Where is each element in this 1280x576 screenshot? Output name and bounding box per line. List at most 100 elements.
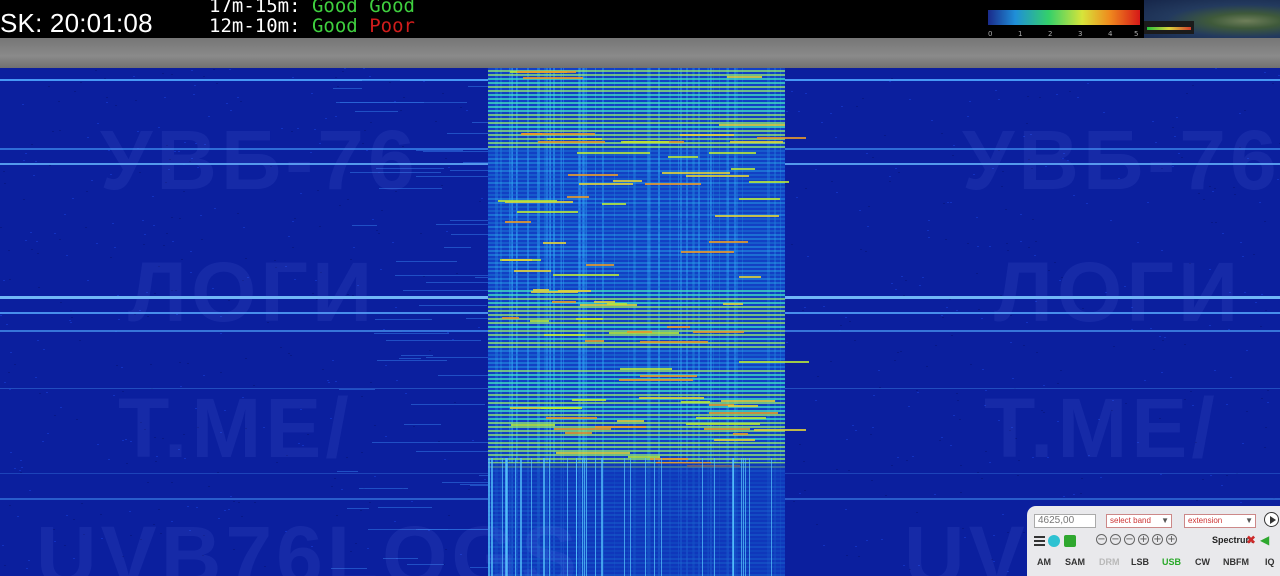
noise-speckle xyxy=(951,335,953,336)
mode-toggle-icon[interactable] xyxy=(1048,535,1060,547)
noise-speckle xyxy=(941,437,943,438)
mute-icon[interactable]: ✖ xyxy=(1246,533,1256,547)
noise-speckle xyxy=(848,470,850,471)
noise-speckle xyxy=(20,460,22,461)
mode-button-lsb[interactable]: LSB xyxy=(1131,557,1149,567)
divider-strip xyxy=(0,38,1280,68)
signal-row xyxy=(488,358,785,360)
noise-speckle xyxy=(1244,110,1246,111)
signal-row xyxy=(488,334,785,336)
noise-speckle xyxy=(19,470,21,471)
noise-speckle xyxy=(374,476,376,477)
signal-row xyxy=(488,338,785,340)
zoom-out-step-button[interactable]: − xyxy=(1124,534,1135,545)
receiver-control-panel: 4625,00 select band ▼ extension ▼ − − − + … xyxy=(1027,506,1280,576)
noise-speckle xyxy=(164,97,166,98)
noise-speckle xyxy=(59,239,61,240)
noise-streak xyxy=(375,319,432,320)
noise-speckle xyxy=(816,524,818,525)
noise-speckle xyxy=(445,158,447,159)
noise-speckle xyxy=(998,99,1000,100)
noise-speckle xyxy=(817,376,819,377)
noise-speckle xyxy=(194,85,196,86)
noise-speckle xyxy=(442,93,444,94)
mode-button-cw[interactable]: CW xyxy=(1195,557,1210,567)
menu-icon[interactable] xyxy=(1034,536,1045,547)
noise-speckle xyxy=(799,493,801,494)
noise-speckle xyxy=(1100,477,1102,478)
colorbar-tick: 1 xyxy=(1018,30,1023,38)
noise-speckle xyxy=(860,249,862,250)
band-select[interactable]: select band ▼ xyxy=(1106,514,1172,528)
noise-speckle xyxy=(859,210,861,211)
signal-row xyxy=(488,342,785,344)
noise-speckle xyxy=(49,165,51,166)
noise-speckle xyxy=(976,217,978,218)
play-icon[interactable] xyxy=(1264,512,1279,527)
signal-row xyxy=(488,430,785,432)
extension-select[interactable]: extension ▼ xyxy=(1184,514,1256,528)
noise-speckle xyxy=(1113,346,1115,347)
colorbar-tick: 5 xyxy=(1134,30,1139,38)
mode-button-am[interactable]: AM xyxy=(1037,557,1051,567)
volume-icon[interactable]: ◀ xyxy=(1260,533,1269,547)
noise-speckle xyxy=(294,218,296,219)
waterfall-display[interactable]: УВБ-76 ЛОГИ T.ME/ UVB76LOGS УВБ-76 ЛОГИ … xyxy=(0,68,1280,576)
signal-row xyxy=(488,102,785,104)
signal-hotspot xyxy=(721,400,775,402)
record-icon[interactable] xyxy=(1064,535,1076,547)
noise-speckle xyxy=(1264,221,1266,222)
noise-speckle xyxy=(20,472,22,473)
noise-speckle xyxy=(70,322,72,323)
noise-speckle xyxy=(922,277,924,278)
signal-hotspot xyxy=(538,141,605,143)
noise-speckle xyxy=(1020,214,1022,215)
mode-button-nbfm[interactable]: NBFM xyxy=(1223,557,1249,567)
signal-hotspot xyxy=(627,331,652,333)
colorbar-tick: 0 xyxy=(988,30,993,38)
noise-speckle xyxy=(147,482,149,483)
signal-hotspot xyxy=(498,200,557,202)
zoom-in-step-button[interactable]: + xyxy=(1138,534,1149,545)
mode-button-iq[interactable]: IQ xyxy=(1265,557,1275,567)
mode-button-sam[interactable]: SAM xyxy=(1065,557,1085,567)
signal-row xyxy=(488,454,785,456)
signal-hotspot xyxy=(543,242,566,244)
noise-speckle xyxy=(957,400,959,401)
noise-speckle xyxy=(1264,447,1266,448)
zoom-in-max-button[interactable]: + xyxy=(1166,534,1177,545)
noise-speckle xyxy=(1265,427,1267,428)
noise-speckle xyxy=(42,441,44,442)
noise-speckle xyxy=(69,320,71,321)
noise-speckle xyxy=(941,315,943,316)
noise-speckle xyxy=(396,380,398,381)
zoom-out-button[interactable]: − xyxy=(1110,534,1121,545)
noise-speckle xyxy=(1039,97,1041,98)
noise-speckle xyxy=(172,241,174,242)
signal-hotspot xyxy=(577,152,650,154)
noise-speckle xyxy=(1069,91,1071,92)
noise-speckle xyxy=(885,495,887,496)
frequency-input[interactable]: 4625,00 xyxy=(1034,514,1096,528)
signal-hotspot xyxy=(730,141,783,143)
zoom-out-max-button[interactable]: − xyxy=(1096,534,1107,545)
noise-speckle xyxy=(23,160,25,161)
mode-button-drm[interactable]: DRM xyxy=(1099,557,1120,567)
noise-speckle xyxy=(25,240,27,241)
signal-row xyxy=(488,322,785,324)
signal-hotspot xyxy=(511,424,555,426)
signal-hotspot xyxy=(572,399,606,401)
noise-speckle xyxy=(845,509,847,510)
noise-speckle xyxy=(292,221,294,222)
noise-speckle xyxy=(332,360,334,361)
signal-row xyxy=(488,150,785,152)
zoom-in-button[interactable]: + xyxy=(1152,534,1163,545)
signal-row xyxy=(488,122,785,124)
noise-speckle xyxy=(802,310,804,311)
signal-row xyxy=(488,286,785,288)
noise-speckle xyxy=(58,101,60,102)
signal-row xyxy=(488,246,785,248)
noise-speckle xyxy=(76,419,78,420)
noise-speckle xyxy=(337,86,339,87)
mode-button-usb[interactable]: USB xyxy=(1162,557,1181,567)
